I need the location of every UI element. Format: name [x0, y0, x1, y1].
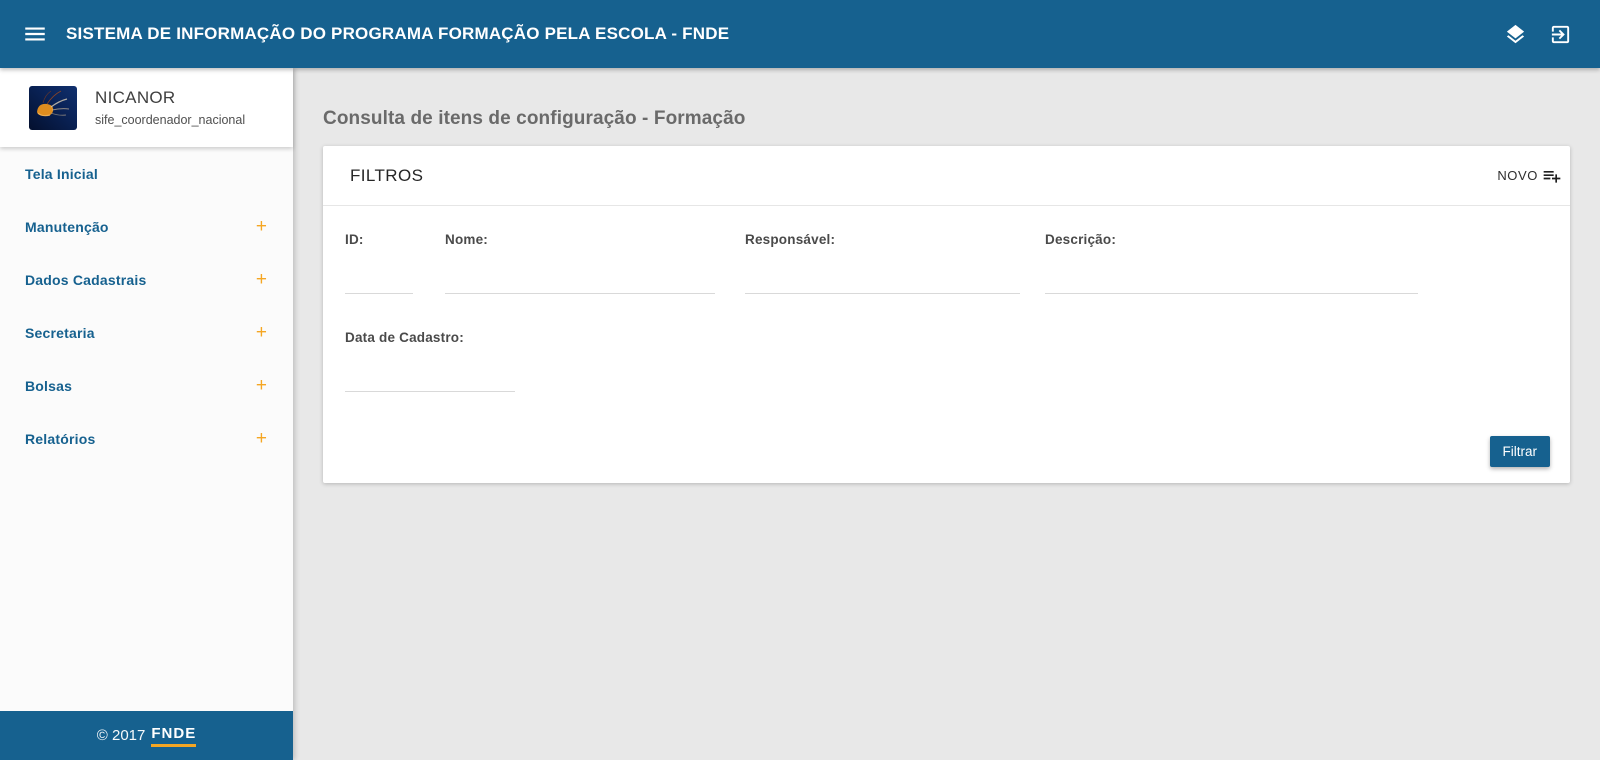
nome-input[interactable] [445, 277, 715, 294]
data-cadastro-label: Data de Cadastro: [345, 330, 515, 345]
id-label: ID: [345, 232, 413, 247]
app-title: SISTEMA DE INFORMAÇÃO DO PROGRAMA FORMAÇ… [66, 24, 729, 44]
novo-button-label: NOVO [1497, 168, 1538, 183]
layers-glyph [1504, 23, 1527, 46]
layers-icon[interactable] [1504, 23, 1527, 46]
sidebar-item-manutencao[interactable]: Manutenção + [0, 200, 293, 253]
expand-plus-icon: + [256, 376, 267, 395]
filters-card-header: FILTROS NOVO [323, 146, 1570, 206]
hamburger-menu-glyph [22, 21, 48, 47]
descricao-label: Descrição: [1045, 232, 1418, 247]
expand-plus-icon: + [256, 323, 267, 342]
sidebar-item-bolsas[interactable]: Bolsas + [0, 359, 293, 412]
user-role: sife_coordenador_nacional [95, 113, 245, 127]
avatar [29, 86, 77, 130]
descricao-input[interactable] [1045, 277, 1418, 294]
filters-card-actions: Filtrar [345, 436, 1550, 467]
sidebar-footer: © 2017 FNDE [0, 711, 293, 760]
app-header: SISTEMA DE INFORMAÇÃO DO PROGRAMA FORMAÇ… [0, 0, 1600, 68]
main-content: Consulta de itens de configuração - Form… [293, 68, 1600, 760]
page-title: Consulta de itens de configuração - Form… [323, 108, 1570, 130]
filter-row-2: Data de Cadastro: [345, 330, 1550, 392]
filter-row-1: ID: Nome: Responsável: Descrição: [345, 232, 1550, 294]
expand-plus-icon: + [256, 270, 267, 289]
expand-plus-icon: + [256, 217, 267, 236]
copyright-text: © 2017 [97, 727, 146, 744]
sidebar-item-label: Bolsas [25, 378, 72, 394]
jellyfish-avatar-image [29, 86, 77, 130]
responsavel-label: Responsável: [745, 232, 1020, 247]
filters-title: FILTROS [350, 166, 423, 186]
user-name: NICANOR [95, 88, 245, 108]
user-panel: NICANOR sife_coordenador_nacional [0, 68, 293, 147]
responsavel-input[interactable] [745, 277, 1020, 294]
expand-plus-icon: + [256, 429, 267, 448]
filtrar-button[interactable]: Filtrar [1490, 436, 1551, 467]
exit-to-app-icon[interactable] [1549, 23, 1572, 46]
user-meta: NICANOR sife_coordenador_nacional [95, 88, 245, 127]
sidebar-item-label: Secretaria [25, 325, 95, 341]
id-input[interactable] [345, 277, 413, 294]
header-actions [1504, 23, 1572, 46]
sidebar-item-dados-cadastrais[interactable]: Dados Cadastrais + [0, 253, 293, 306]
playlist-add-icon [1542, 166, 1562, 186]
filters-card-body: ID: Nome: Responsável: Descrição: [323, 206, 1570, 483]
filters-card: FILTROS NOVO ID: Nome: Responsável [323, 146, 1570, 483]
field-descricao: Descrição: [1045, 232, 1418, 294]
sidebar-item-label: Relatórios [25, 431, 95, 447]
exit-to-app-glyph [1549, 23, 1572, 46]
field-responsavel: Responsável: [745, 232, 1020, 294]
hamburger-menu-icon[interactable] [22, 21, 48, 47]
sidebar-item-relatorios[interactable]: Relatórios + [0, 412, 293, 465]
field-nome: Nome: [445, 232, 715, 294]
sidebar-item-label: Manutenção [25, 219, 109, 235]
sidebar-item-label: Dados Cadastrais [25, 272, 146, 288]
sidebar-item-tela-inicial[interactable]: Tela Inicial [0, 147, 293, 200]
novo-button[interactable]: NOVO [1497, 166, 1562, 186]
sidebar-item-label: Tela Inicial [25, 166, 98, 182]
field-data-cadastro: Data de Cadastro: [345, 330, 515, 392]
nome-label: Nome: [445, 232, 715, 247]
data-cadastro-input[interactable] [345, 375, 515, 392]
sidebar-item-secretaria[interactable]: Secretaria + [0, 306, 293, 359]
field-id: ID: [345, 232, 413, 294]
fnde-link[interactable]: FNDE [151, 725, 196, 747]
sidebar: NICANOR sife_coordenador_nacional Tela I… [0, 68, 293, 760]
sidebar-nav: Tela Inicial Manutenção + Dados Cadastra… [0, 147, 293, 465]
